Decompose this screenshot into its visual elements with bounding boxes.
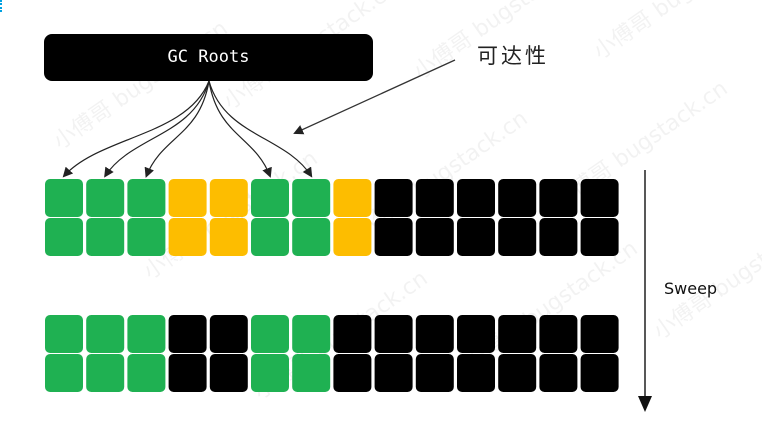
after-cell-reachable	[127, 354, 166, 392]
before-cell-unreachable	[374, 218, 413, 256]
watermark-text: 小傅哥 bugstack.cn	[589, 0, 762, 65]
before-cell-reachable	[86, 218, 125, 256]
after-cell-reachable	[45, 354, 83, 392]
before-cell-unreachable	[580, 218, 619, 256]
after-cell-unreachable	[374, 354, 413, 392]
before-cell-reachable	[292, 218, 331, 256]
before-cell-reachable	[86, 179, 125, 217]
after-cell-reachable	[86, 315, 125, 353]
before-cell-reachable	[45, 218, 83, 256]
after-cell-unreachable	[457, 354, 495, 392]
before-cell-reachable	[251, 179, 289, 217]
before-cell-reachable	[45, 179, 83, 217]
watermark-text: 小傅哥 bugstack.cn	[649, 206, 762, 345]
before-cell-reachable	[127, 218, 166, 256]
before-cell-unreachable	[498, 179, 537, 217]
before-cell-marked	[209, 179, 248, 217]
before-cell-marked	[333, 179, 372, 217]
before-cell-marked	[168, 179, 207, 217]
before-cell-reachable	[127, 179, 166, 217]
gc-roots-label: GC Roots	[167, 47, 250, 67]
sweep-label: Sweep	[664, 279, 718, 298]
heap-before-sweep	[45, 179, 619, 256]
before-cell-unreachable	[374, 179, 413, 217]
after-cell-unreachable	[539, 315, 578, 353]
after-cell-unreachable	[333, 315, 372, 353]
before-cell-reachable	[251, 218, 289, 256]
before-cell-unreachable	[498, 218, 537, 256]
before-cell-marked	[168, 218, 207, 256]
after-cell-reachable	[251, 354, 289, 392]
before-cell-unreachable	[580, 179, 619, 217]
after-cell-unreachable	[498, 315, 537, 353]
after-cell-unreachable	[168, 354, 207, 392]
after-cell-unreachable	[168, 315, 207, 353]
reachability-label: 可达性	[477, 44, 549, 68]
after-cell-unreachable	[580, 315, 619, 353]
after-cell-unreachable	[539, 354, 578, 392]
before-cell-reachable	[292, 179, 331, 217]
after-cell-unreachable	[415, 315, 454, 353]
after-cell-reachable	[292, 315, 331, 353]
before-cell-unreachable	[539, 218, 578, 256]
before-cell-unreachable	[415, 179, 454, 217]
after-cell-unreachable	[457, 315, 495, 353]
after-cell-unreachable	[580, 354, 619, 392]
before-cell-unreachable	[539, 179, 578, 217]
after-cell-unreachable	[374, 315, 413, 353]
after-cell-unreachable	[333, 354, 372, 392]
after-cell-reachable	[86, 354, 125, 392]
after-cell-unreachable	[209, 315, 248, 353]
after-cell-reachable	[45, 315, 83, 353]
after-cell-reachable	[127, 315, 166, 353]
before-cell-unreachable	[457, 218, 495, 256]
before-cell-marked	[209, 218, 248, 256]
after-cell-unreachable	[209, 354, 248, 392]
after-cell-unreachable	[498, 354, 537, 392]
before-cell-marked	[333, 218, 372, 256]
after-cell-reachable	[251, 315, 289, 353]
before-cell-unreachable	[457, 179, 495, 217]
after-cell-unreachable	[415, 354, 454, 392]
after-cell-reachable	[292, 354, 331, 392]
before-cell-unreachable	[415, 218, 454, 256]
